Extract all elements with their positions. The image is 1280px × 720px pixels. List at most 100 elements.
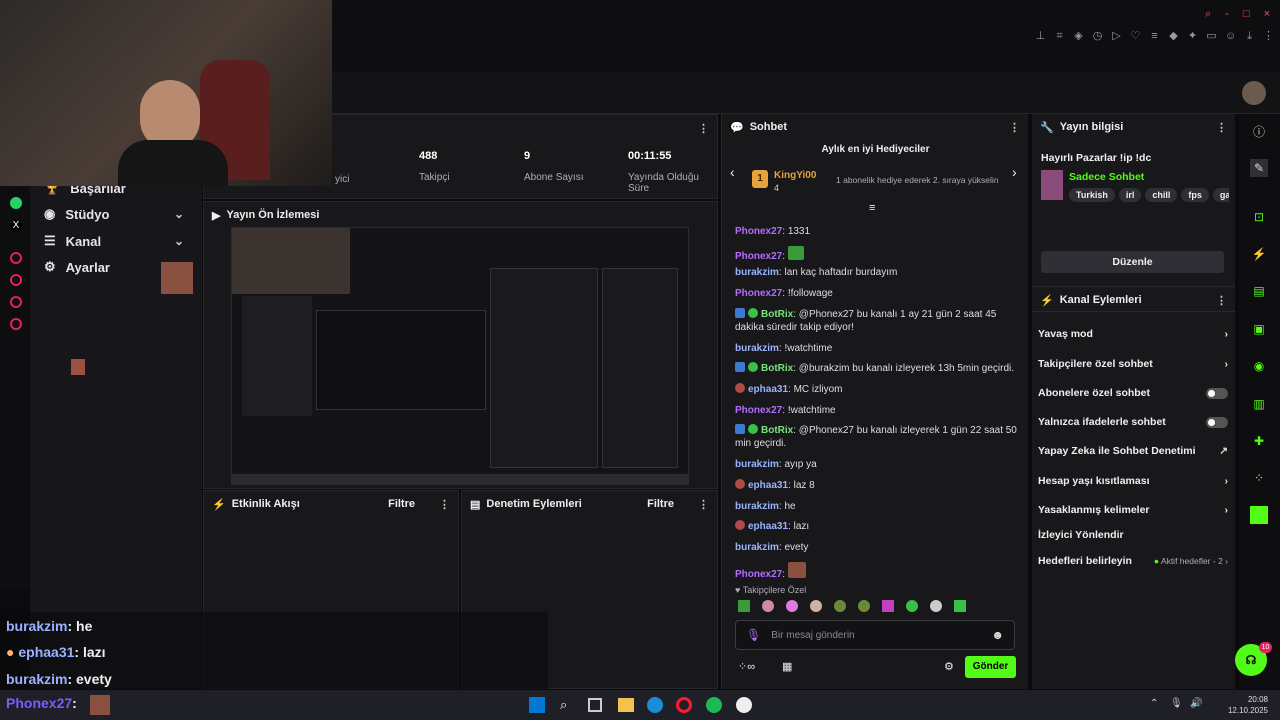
start-button[interactable]	[529, 697, 545, 713]
whatsapp-icon[interactable]	[10, 197, 22, 209]
banned-words-item[interactable]: Yasaklanmış kelimeler ›	[1038, 504, 1228, 516]
emote-icon[interactable]	[954, 600, 966, 612]
extension-icon[interactable]: ◆	[1168, 31, 1179, 42]
sidebar-item-channel[interactable]: ☰ Kanal ⌄	[44, 233, 194, 249]
spotify-icon[interactable]	[706, 697, 722, 713]
emote-icon[interactable]	[858, 600, 870, 612]
tag[interactable]: Turkish	[1069, 188, 1115, 202]
broadcast-icon[interactable]: ◉	[1250, 357, 1268, 375]
clipboard-icon[interactable]: ▤	[1250, 282, 1268, 300]
tag[interactable]: irl	[1118, 188, 1142, 202]
stream-preview[interactable]	[231, 227, 689, 485]
obs-icon[interactable]	[736, 697, 752, 713]
wrench-icon[interactable]: ✚	[1250, 432, 1268, 450]
tag[interactable]: chill	[1145, 188, 1178, 202]
tag[interactable]: fps	[1181, 188, 1209, 202]
layout-icon[interactable]: ▥	[1250, 395, 1268, 413]
redirect-viewers-item[interactable]: İzleyici Yönlendir	[1038, 529, 1228, 541]
chevron-right-icon[interactable]: ›	[1012, 164, 1017, 180]
chat-input[interactable]: Bir mesaj gönderin	[771, 630, 854, 641]
chevron-left-icon[interactable]: ‹	[730, 164, 735, 180]
apps-icon[interactable]: ⁘	[1250, 469, 1268, 487]
emote-icon[interactable]	[834, 600, 846, 612]
more-icon[interactable]: ⋮	[1009, 121, 1020, 134]
set-goals-item[interactable]: Hedefleri belirleyin ● Aktif hedefler - 2…	[1038, 555, 1228, 567]
bot-badge-icon	[735, 424, 745, 434]
app-tile-icon[interactable]	[1250, 506, 1268, 524]
chat-icon: 💬	[730, 121, 744, 134]
task-view-icon[interactable]	[588, 698, 602, 712]
emote-icon[interactable]	[762, 600, 774, 612]
user-avatar[interactable]	[1242, 81, 1266, 105]
more-icon[interactable]: ⋮	[1216, 294, 1227, 307]
more-icon[interactable]: ⋮	[698, 498, 709, 511]
info-icon[interactable]: ⓘ	[1250, 123, 1268, 141]
edit-button[interactable]: Düzenle	[1041, 251, 1224, 273]
send-button[interactable]: Gönder	[965, 656, 1016, 678]
target-icon[interactable]: ⊡	[1250, 208, 1268, 226]
puzzle-icon[interactable]: ✦	[1187, 31, 1198, 42]
clock-icon[interactable]: ◷	[1092, 31, 1103, 42]
file-explorer-icon[interactable]	[618, 698, 634, 712]
more-icon[interactable]: ⋮	[698, 122, 709, 135]
crop-icon[interactable]: ⌗	[1054, 31, 1065, 42]
wallet-icon[interactable]: ▭	[1206, 31, 1217, 42]
store-icon[interactable]: ▦	[782, 660, 792, 673]
emote-only-toggle[interactable]	[1206, 416, 1228, 428]
menu-icon[interactable]: ≡	[1149, 31, 1160, 42]
app-icon-2[interactable]	[10, 274, 22, 286]
edge-icon[interactable]	[647, 697, 663, 713]
tray-chevron-icon[interactable]: ⌃	[1150, 698, 1158, 709]
category-link[interactable]: Sadece Sohbet	[1069, 171, 1144, 183]
search-icon[interactable]: ⌕	[560, 697, 567, 713]
emote-icon[interactable]	[882, 600, 894, 612]
activity-filter-button[interactable]: Filtre	[388, 498, 415, 510]
slow-mode-item[interactable]: Yavaş mod ›	[1038, 328, 1228, 340]
tag[interactable]: gamir	[1212, 188, 1229, 202]
emote-icon[interactable]	[810, 600, 822, 612]
collapse-icon[interactable]: ≡	[869, 202, 875, 214]
more-icon[interactable]: ⋮	[1216, 121, 1227, 134]
gear-icon[interactable]: ⚙	[944, 660, 954, 673]
app-icon-4[interactable]	[10, 318, 22, 330]
opera-icon[interactable]	[676, 697, 692, 713]
ai-moderation-item[interactable]: Yapay Zeka ile Sohbet Denetimi ↗	[1038, 445, 1228, 457]
microphone-icon[interactable]: 🎙	[1170, 698, 1183, 709]
bolt-icon[interactable]: ⚡	[1250, 245, 1268, 263]
emote-icon[interactable]	[906, 600, 918, 612]
app-icon-1[interactable]	[10, 252, 22, 264]
account-age-item[interactable]: Hesap yaşı kısıtlaması ›	[1038, 475, 1228, 487]
emoji-icon[interactable]: ☻	[991, 628, 1004, 642]
maximize-button[interactable]: □	[1243, 8, 1250, 21]
moderation-filter-button[interactable]: Filtre	[647, 498, 674, 510]
close-button[interactable]: ×	[1264, 8, 1270, 21]
subs-only-toggle[interactable]	[1206, 387, 1228, 399]
emote-icon[interactable]	[738, 600, 750, 612]
chat-bubble-icon[interactable]: ▣	[1250, 320, 1268, 338]
play-icon[interactable]: ▷	[1111, 31, 1122, 42]
download-icon[interactable]: ⤓	[1244, 31, 1255, 42]
minimize-button[interactable]: -	[1225, 8, 1229, 21]
subs-only-item[interactable]: Abonelere özel sohbet	[1038, 387, 1228, 399]
profile-icon[interactable]: ☺	[1225, 31, 1236, 42]
volume-icon[interactable]: 🔊	[1190, 698, 1202, 709]
extensions-icon[interactable]: ⁘∞	[738, 660, 755, 673]
search-icon[interactable]: ⌕	[1205, 8, 1211, 21]
microphone-icon[interactable]: 🎙	[746, 628, 761, 642]
shield-icon[interactable]: ◈	[1073, 31, 1084, 42]
clock[interactable]: 20:08 12.10.2025	[1212, 694, 1268, 716]
more-icon[interactable]: ⋮	[1263, 31, 1274, 42]
sidebar-item-settings[interactable]: ⚙ Ayarlar	[44, 259, 110, 275]
chat-input-box[interactable]: 🎙 Bir mesaj gönderin ☻	[735, 620, 1015, 650]
pin-icon[interactable]: ⊥	[1035, 31, 1046, 42]
app-icon-3[interactable]	[10, 296, 22, 308]
followers-only-item[interactable]: Takipçilere özel sohbet ›	[1038, 358, 1228, 370]
heart-icon[interactable]: ♡	[1130, 31, 1141, 42]
x-icon[interactable]: X	[10, 220, 22, 232]
emote-only-item[interactable]: Yalnızca ifadelerle sohbet	[1038, 416, 1228, 428]
more-icon[interactable]: ⋮	[439, 498, 450, 511]
edit-icon[interactable]: ✎	[1250, 159, 1268, 177]
emote-icon[interactable]	[930, 600, 942, 612]
emote-icon[interactable]	[786, 600, 798, 612]
sidebar-item-studio[interactable]: ◉ Stüdyo ⌄	[44, 206, 194, 222]
